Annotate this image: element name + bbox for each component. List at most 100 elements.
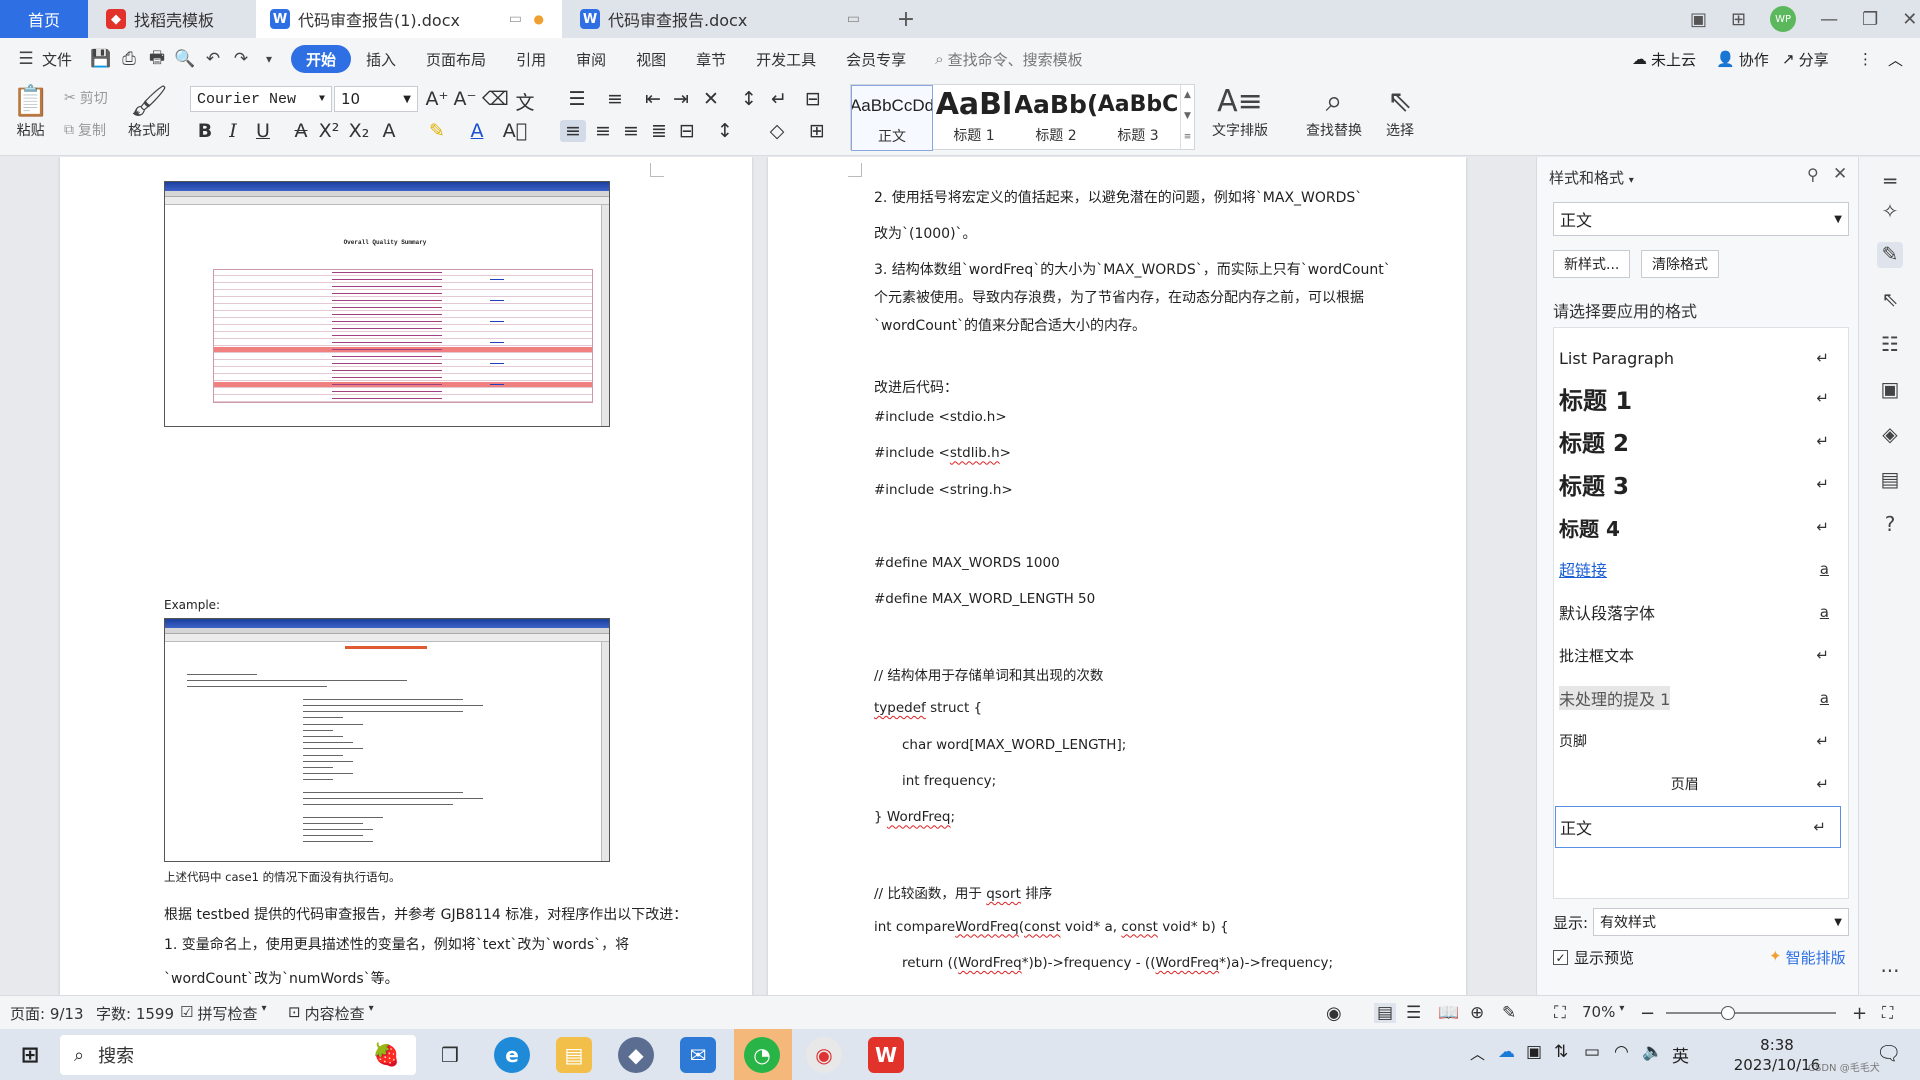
tab-home[interactable]: 首页: [0, 0, 88, 38]
zoom-slider-thumb[interactable]: [1721, 1006, 1735, 1020]
style-item-heading-2[interactable]: 标题 2 ↵: [1553, 420, 1843, 462]
close-icon[interactable]: ✕: [1833, 164, 1847, 184]
tab-daoke-templates[interactable]: ◆ 找稻壳模板: [92, 0, 252, 38]
wechat-icon[interactable]: ◔: [744, 1037, 780, 1073]
command-search[interactable]: ⌕ 查找命令、搜索模板: [935, 49, 1082, 70]
restore-icon[interactable]: ❐: [1862, 9, 1878, 30]
web-view-icon[interactable]: ⊕: [1470, 1003, 1484, 1023]
menu-view[interactable]: 视图: [621, 45, 681, 73]
more-dots-icon[interactable]: ···: [1877, 959, 1903, 985]
format-painter-button[interactable]: 🖌 格式刷: [128, 84, 170, 140]
tray-chevron-icon[interactable]: ︿: [1470, 1043, 1485, 1064]
word-count[interactable]: 字数: 1599: [96, 1003, 174, 1024]
close-icon[interactable]: ✕: [1902, 9, 1917, 30]
cloud-status[interactable]: ☁ 未上云: [1632, 49, 1696, 70]
print-icon[interactable]: 🖶: [143, 45, 171, 73]
redo-icon[interactable]: ↷: [227, 45, 255, 73]
page-view-icon[interactable]: ▤: [1374, 1003, 1397, 1023]
zoom-in-icon[interactable]: +: [1852, 1003, 1867, 1024]
numbered-list-icon[interactable]: ≡: [602, 88, 628, 110]
fit-page-icon[interactable]: ⛶: [1554, 1003, 1566, 1023]
file-explorer-icon[interactable]: ▤: [556, 1037, 592, 1073]
menu-insert[interactable]: 插入: [351, 45, 411, 73]
justify-icon[interactable]: ≣: [646, 120, 672, 142]
wifi-icon[interactable]: ◠: [1614, 1042, 1629, 1062]
outline-view-icon[interactable]: ☰: [1406, 1003, 1421, 1023]
italic-icon[interactable]: I: [220, 120, 246, 142]
style-item-heading-4[interactable]: 标题 4 ↵: [1553, 506, 1843, 548]
shrink-font-icon[interactable]: A⁻: [452, 88, 478, 110]
tray-app-icon[interactable]: ▣: [1526, 1042, 1542, 1062]
volume-icon[interactable]: 🔈: [1642, 1042, 1663, 1062]
pen-style-icon[interactable]: ✎: [1877, 242, 1903, 268]
navigation-icon[interactable]: ◈: [1877, 422, 1903, 448]
borders-icon[interactable]: ⊞: [804, 120, 830, 142]
style-item-list-paragraph[interactable]: List Paragraph ↵: [1553, 339, 1843, 377]
mail-icon[interactable]: ✉: [680, 1037, 716, 1073]
fullscreen-icon[interactable]: ⛶: [1882, 1003, 1893, 1023]
style-item-heading-3[interactable]: 标题 3 ↵: [1553, 463, 1843, 505]
show-marks-icon[interactable]: ↵: [766, 88, 792, 110]
eye-protect-icon[interactable]: ◉: [1326, 1003, 1342, 1024]
collab-button[interactable]: 👤 协作: [1716, 49, 1769, 70]
highlight-icon[interactable]: ✎: [424, 120, 450, 142]
font-color-icon[interactable]: A: [464, 120, 490, 142]
clear-format-icon[interactable]: ⌫: [482, 88, 509, 110]
page-indicator[interactable]: 页面: 9/13: [10, 1003, 84, 1024]
menu-section[interactable]: 章节: [681, 45, 741, 73]
app-icon[interactable]: ◆: [618, 1037, 654, 1073]
show-preview-checkbox[interactable]: ✓ 显示预览: [1553, 947, 1634, 968]
smart-layout-button[interactable]: ✦ 智能排版: [1769, 947, 1846, 968]
align-center-icon[interactable]: ≡: [590, 120, 616, 142]
style-gallery-scroll[interactable]: ▲ ▼ ≡: [1180, 85, 1194, 149]
zoom-select[interactable]: 70% ▾: [1582, 1003, 1624, 1021]
new-style-button[interactable]: 新样式...: [1553, 250, 1631, 278]
text-effect-icon[interactable]: A: [376, 120, 402, 142]
content-check-button[interactable]: ⊡ 内容检查 ▾: [288, 1003, 374, 1024]
zoom-out-icon[interactable]: −: [1640, 1003, 1655, 1024]
cut-button[interactable]: ✂ 剪切: [64, 88, 108, 108]
font-size-select[interactable]: 10 ▼: [334, 86, 418, 112]
clear-format-button[interactable]: 清除格式: [1641, 250, 1719, 278]
app-red-icon[interactable]: ◉: [806, 1037, 842, 1073]
style-item-hyperlink[interactable]: 超链接 a: [1553, 549, 1843, 589]
reading-view-icon[interactable]: 📖: [1438, 1003, 1459, 1023]
bold-icon[interactable]: B: [192, 120, 218, 142]
customize-chevron-icon[interactable]: ▾: [255, 45, 283, 73]
minimize-icon[interactable]: —: [1820, 9, 1838, 30]
help-icon[interactable]: ?: [1877, 512, 1903, 538]
font-name-select[interactable]: Courier New ▼: [190, 86, 332, 112]
save-icon[interactable]: 💾: [87, 45, 115, 73]
apps-grid-icon[interactable]: ⊞: [1731, 9, 1746, 30]
chinese-layout-icon[interactable]: ✕: [698, 88, 724, 110]
window-icon[interactable]: ▭: [847, 11, 860, 27]
line-spacing-icon[interactable]: ↕: [712, 120, 738, 142]
collapse-ribbon-icon[interactable]: ︿: [1888, 49, 1903, 70]
distribute-icon[interactable]: ⊟: [674, 120, 700, 142]
style-item-header[interactable]: 页眉 ↵: [1553, 763, 1843, 805]
onedrive-icon[interactable]: ☁: [1498, 1042, 1515, 1062]
print-preview-icon[interactable]: 🔍: [171, 45, 199, 73]
underline-icon[interactable]: U: [250, 120, 276, 142]
align-left-icon[interactable]: ≡: [560, 120, 586, 142]
copy-button[interactable]: ⧉ 复制: [64, 120, 106, 140]
writing-mode-icon[interactable]: ✎: [1502, 1003, 1516, 1023]
taskbar-search[interactable]: ⌕ 搜索 🍓: [60, 1035, 416, 1075]
menu-member[interactable]: 会员专享: [831, 45, 921, 73]
sort-icon[interactable]: ↕: [736, 88, 762, 110]
increase-indent-icon[interactable]: ⇥: [668, 88, 694, 110]
menu-dev-tools[interactable]: 开发工具: [741, 45, 831, 73]
menu-references[interactable]: 引用: [501, 45, 561, 73]
decrease-indent-icon[interactable]: ⇤: [640, 88, 666, 110]
styles-panel-title[interactable]: 样式和格式 ▾: [1549, 167, 1634, 188]
window-icon[interactable]: ▭: [509, 11, 522, 27]
windows-start-icon[interactable]: ⊞: [12, 1037, 48, 1073]
notifications-icon[interactable]: 🗨: [1876, 1041, 1901, 1065]
battery-icon[interactable]: ▭: [1584, 1042, 1600, 1062]
find-replace-button[interactable]: ⌕ 查找替换: [1306, 84, 1362, 140]
layout-icon[interactable]: ▣: [1690, 9, 1707, 30]
style-item-heading-1[interactable]: 标题 1 ↵: [1553, 377, 1843, 419]
tab-stops-icon[interactable]: ⊟: [800, 88, 826, 110]
ime-indicator[interactable]: 英: [1672, 1042, 1689, 1067]
more-icon[interactable]: ⋮: [1858, 50, 1873, 68]
